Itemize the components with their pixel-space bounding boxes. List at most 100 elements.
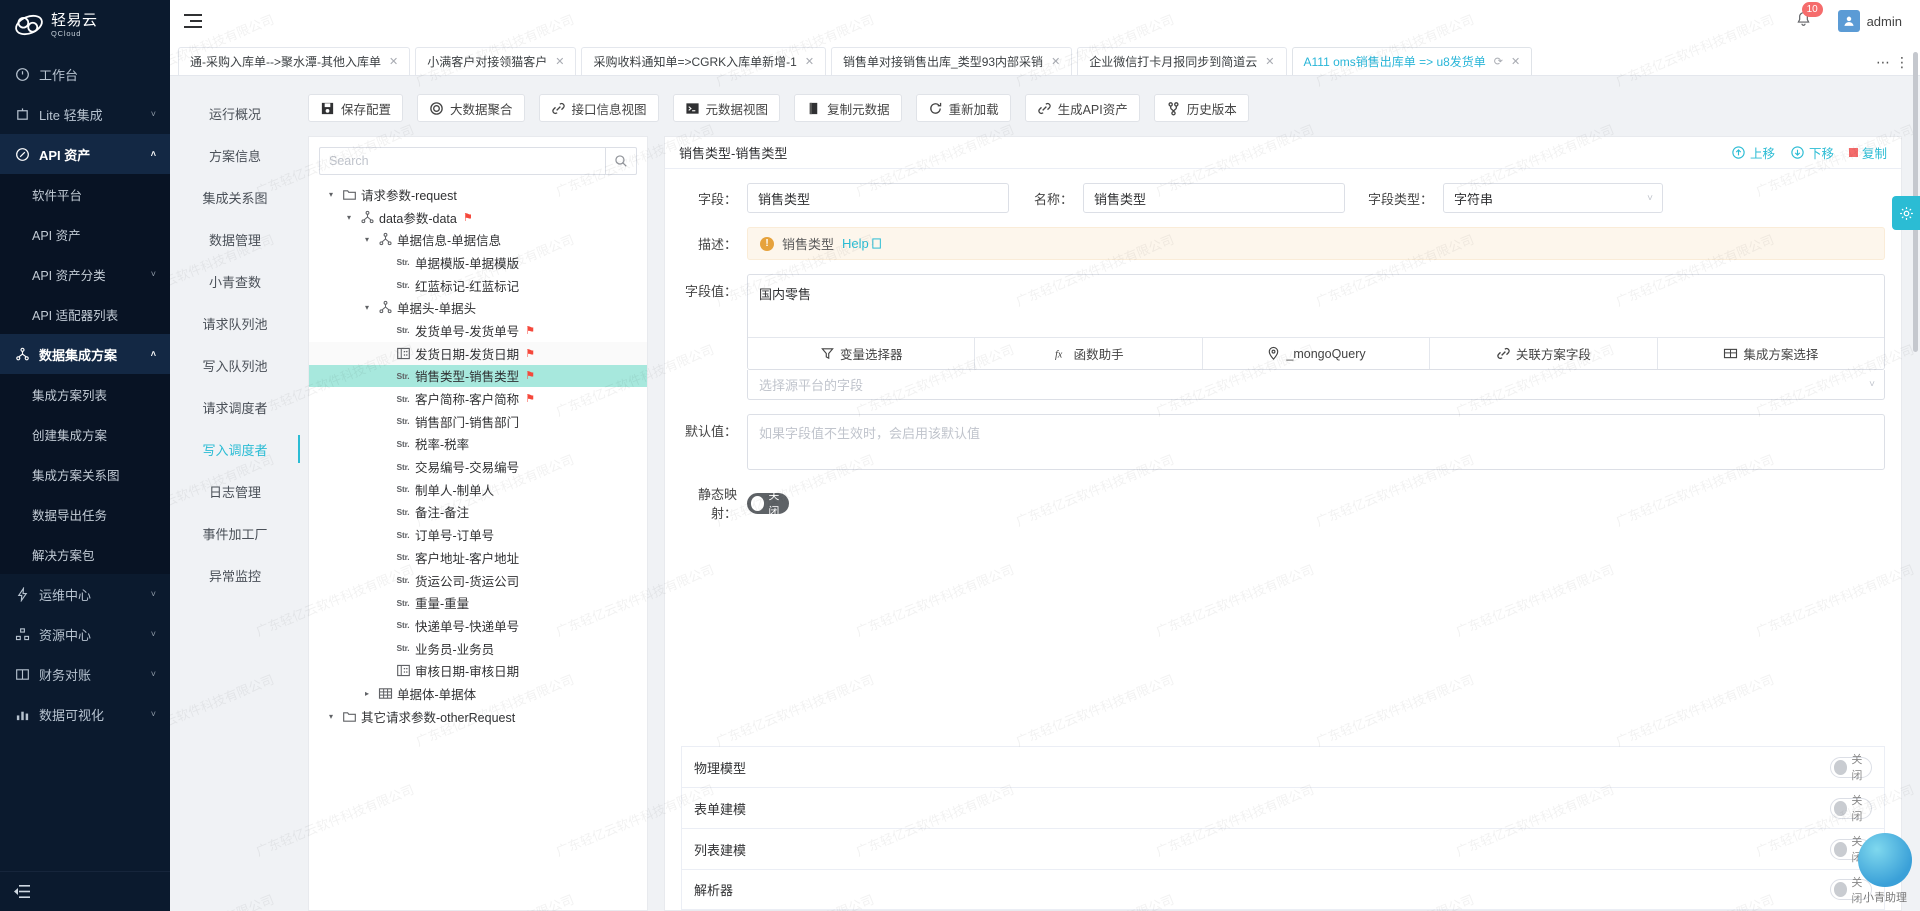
tree-node-6[interactable]: Str. 发货单号-发货单号 ⚑	[309, 319, 647, 342]
toolbar-button-5[interactable]: 重新加载	[915, 94, 1011, 122]
inner-menu-item-3[interactable]: 数据管理	[170, 218, 300, 260]
accordion-row-0[interactable]: 物理模型 关闭	[681, 746, 1885, 787]
tree-node-1[interactable]: ▾ data参数-data ⚑	[309, 206, 647, 229]
notifications-button[interactable]: 10	[1795, 2, 1823, 31]
inner-menu-item-7[interactable]: 请求调度者	[170, 386, 300, 428]
field-value-text[interactable]: 国内零售	[748, 275, 1884, 337]
tab-4[interactable]: 企业微信打卡月报同步到简道云 ✕	[1077, 47, 1287, 75]
tree-node-5[interactable]: ▾ 单据头-单据头	[309, 296, 647, 319]
sidebar-item-11[interactable]: 数据导出任务	[0, 494, 170, 534]
sidebar-item-6[interactable]: API 适配器列表	[0, 294, 170, 334]
tab-2[interactable]: 采购收料通知单=>CGRK入库单新增-1 ✕	[581, 47, 827, 75]
inner-menu-item-6[interactable]: 写入队列池	[170, 344, 300, 386]
tab-close-icon[interactable]: ✕	[555, 55, 564, 68]
user-menu[interactable]: admin	[1837, 10, 1902, 32]
toolbar-button-0[interactable]: 保存配置	[308, 94, 404, 122]
toolbar-button-7[interactable]: 历史版本	[1153, 94, 1249, 122]
tree-node-17[interactable]: Str. 货运公司-货运公司	[309, 569, 647, 592]
toolbar-button-1[interactable]: 大数据聚合	[417, 94, 525, 122]
tree-node-11[interactable]: Str. 税率-税率	[309, 433, 647, 456]
tree-node-0[interactable]: ▾ 请求参数-request	[309, 183, 647, 206]
sidebar-collapse-button[interactable]	[0, 871, 170, 911]
accordion-row-1[interactable]: 表单建模 关闭	[681, 787, 1885, 828]
accordion-row-3[interactable]: 解析器 关闭	[681, 869, 1885, 910]
toolbar-button-4[interactable]: 复制元数据	[794, 94, 902, 122]
tab-vertical-more-icon[interactable]: ⋮	[1895, 54, 1910, 71]
tree-node-9[interactable]: Str. 客户简称-客户简称 ⚑	[309, 387, 647, 410]
sidebar-item-9[interactable]: 创建集成方案	[0, 414, 170, 454]
tree-node-7[interactable]: 发货日期-发货日期 ⚑	[309, 341, 647, 365]
sidebar-item-3[interactable]: 软件平台	[0, 174, 170, 214]
default-value-input[interactable]: 如果字段值不生效时，会启用该默认值	[747, 414, 1885, 470]
search-button[interactable]	[605, 147, 637, 175]
tree-node-2[interactable]: ▾ 单据信息-单据信息	[309, 228, 647, 251]
value-helper-0[interactable]: 变量选择器	[748, 338, 976, 369]
tab-refresh-icon[interactable]: ⟳	[1494, 55, 1503, 68]
sidebar-item-0[interactable]: 工作台	[0, 54, 170, 94]
sidebar-item-10[interactable]: 集成方案关系图	[0, 454, 170, 494]
tree-node-3[interactable]: Str. 单据模版-单据模版	[309, 251, 647, 274]
tab-1[interactable]: 小满客户对接领猫客户 ✕	[415, 47, 577, 75]
menu-toggle-icon[interactable]	[184, 14, 202, 28]
inner-menu-item-4[interactable]: 小青查数	[170, 260, 300, 302]
tab-0[interactable]: 通-采购入库单-->聚水潭-其他入库单 ✕	[178, 47, 411, 75]
sidebar-item-7[interactable]: 数据集成方案 ˄	[0, 334, 170, 374]
toolbar-button-3[interactable]: 元数据视图	[672, 94, 781, 122]
tree-node-22[interactable]: ▸ 单据体-单据体	[309, 682, 647, 705]
accordion-toggle-0[interactable]: 关闭	[1830, 754, 1872, 782]
tab-close-icon[interactable]: ✕	[389, 55, 398, 68]
tree-expand-icon[interactable]: ▾	[359, 235, 375, 244]
tab-close-icon[interactable]: ✕	[1265, 55, 1274, 68]
tree-node-10[interactable]: Str. 销售部门-销售部门	[309, 410, 647, 433]
accordion-row-2[interactable]: 列表建模 关闭	[681, 828, 1885, 869]
tree-node-4[interactable]: Str. 红蓝标记-红蓝标记	[309, 274, 647, 297]
detail-action-1[interactable]: 下移	[1790, 143, 1834, 162]
tab-close-icon[interactable]: ✕	[1051, 55, 1060, 68]
source-field-select[interactable]: 选择源平台的字段 ˅	[747, 370, 1885, 400]
tree-expand-icon[interactable]: ▾	[359, 303, 375, 312]
tree-expand-icon[interactable]: ▾	[341, 213, 357, 222]
tab-5[interactable]: A111 oms销售出库单 => u8发货单 ⟳ ✕	[1291, 47, 1533, 75]
search-input[interactable]	[319, 147, 605, 175]
inner-menu-item-11[interactable]: 异常监控	[170, 554, 300, 596]
sidebar-item-4[interactable]: API 资产	[0, 214, 170, 254]
inner-menu-item-10[interactable]: 事件加工厂	[170, 512, 300, 554]
sidebar-item-16[interactable]: 数据可视化 ˅	[0, 694, 170, 734]
tree-node-20[interactable]: Str. 业务员-业务员	[309, 637, 647, 660]
value-helper-2[interactable]: _mongoQuery	[1202, 338, 1431, 369]
value-helper-4[interactable]: 集成方案选择	[1657, 338, 1884, 369]
tree-node-8[interactable]: Str. 销售类型-销售类型 ⚑	[309, 364, 647, 388]
sidebar-item-14[interactable]: 资源中心 ˅	[0, 614, 170, 654]
assistant-widget[interactable]: 小青助理	[1858, 833, 1912, 905]
page-scrollbar[interactable]	[1913, 52, 1918, 772]
name-input[interactable]	[1083, 183, 1345, 213]
inner-menu-item-1[interactable]: 方案信息	[170, 134, 300, 176]
help-link[interactable]: Help	[842, 236, 882, 251]
sidebar-item-1[interactable]: Lite 轻集成 ˅	[0, 94, 170, 134]
tab-more-icon[interactable]: ⋯	[1876, 54, 1891, 71]
field-type-select[interactable]: 字符串 ˅	[1443, 183, 1663, 213]
brand-logo-area[interactable]: 轻易云 QCloud	[0, 0, 170, 50]
sidebar-item-8[interactable]: 集成方案列表	[0, 374, 170, 414]
tree-node-19[interactable]: Str. 快递单号-快递单号	[309, 614, 647, 637]
inner-menu-item-8[interactable]: 写入调度者	[170, 428, 300, 470]
inner-menu-item-2[interactable]: 集成关系图	[170, 176, 300, 218]
sidebar-item-12[interactable]: 解决方案包	[0, 534, 170, 574]
tab-close-icon[interactable]: ✕	[805, 55, 814, 68]
detail-action-0[interactable]: 上移	[1731, 143, 1775, 162]
tree-node-23[interactable]: ▾ 其它请求参数-otherRequest	[309, 705, 647, 728]
tree-node-14[interactable]: Str. 备注-备注	[309, 501, 647, 524]
value-helper-1[interactable]: fx 函数助手	[975, 338, 1203, 369]
inner-menu-item-5[interactable]: 请求队列池	[170, 302, 300, 344]
static-mapping-toggle[interactable]: 关闭	[747, 490, 789, 518]
accordion-toggle-1[interactable]: 关闭	[1830, 795, 1872, 823]
sidebar-item-15[interactable]: 财务对账 ˅	[0, 654, 170, 694]
tree-expand-icon[interactable]: ▾	[323, 712, 339, 721]
sidebar-item-5[interactable]: API 资产分类 ˅	[0, 254, 170, 294]
toolbar-button-2[interactable]: 接口信息视图	[538, 94, 659, 122]
tree-node-15[interactable]: Str. 订单号-订单号	[309, 523, 647, 546]
value-helper-3[interactable]: 关联方案字段	[1430, 338, 1658, 369]
sidebar-item-13[interactable]: 运维中心 ˅	[0, 574, 170, 614]
inner-menu-item-9[interactable]: 日志管理	[170, 470, 300, 512]
tab-3[interactable]: 销售单对接销售出库_类型93内部采销 ✕	[831, 47, 1073, 75]
